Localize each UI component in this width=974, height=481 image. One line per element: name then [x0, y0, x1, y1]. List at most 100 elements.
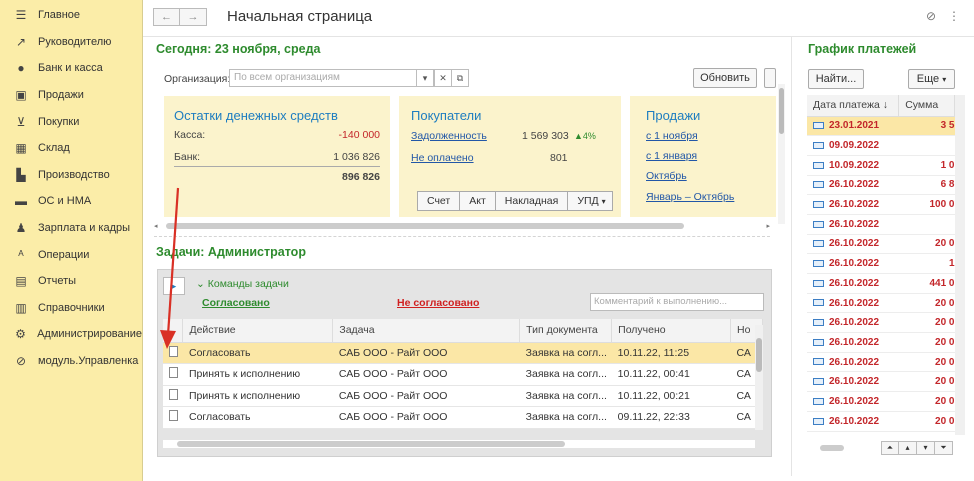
sidebar-item[interactable]: ↗ Руководителю [0, 29, 142, 56]
more-button[interactable]: Еще ▾ [908, 69, 955, 89]
col-received[interactable]: Получено [611, 319, 732, 343]
cash-label: Касса: [174, 129, 206, 141]
col-action[interactable]: Действие [182, 319, 334, 343]
panels-vscroll[interactable] [778, 84, 785, 224]
table-row[interactable]: 26.10.2022 20 0 [807, 234, 955, 255]
find-button[interactable]: Найти... [808, 69, 864, 89]
table-row[interactable]: 26.10.2022 1 [807, 253, 955, 274]
sidebar-item[interactable]: ᴬ Операции [0, 241, 142, 268]
next-page-icon[interactable]: ▾ [917, 441, 935, 455]
dropdown-icon[interactable]: ▾ [416, 69, 434, 87]
panels-vscroll-thumb[interactable] [779, 88, 784, 134]
waybill-button[interactable]: Накладная [495, 191, 569, 211]
sales-link-jan[interactable]: с 1 января [646, 150, 697, 162]
last-page-icon[interactable]: ⏷ [935, 441, 953, 455]
upd-button[interactable]: УПД ▾ [568, 191, 613, 211]
pay-date: 09.09.2022 [829, 140, 880, 152]
tasks-vscroll[interactable] [755, 325, 763, 430]
panels-hscroll-thumb[interactable] [166, 223, 684, 229]
invoice-button[interactable]: Счет [417, 191, 461, 211]
payments-hscroll[interactable] [812, 444, 864, 452]
section-divider [154, 236, 770, 237]
pay-sum: 6 8 [898, 175, 955, 196]
tasks-vscroll-thumb[interactable] [756, 338, 762, 372]
debt-link[interactable]: Задолженность [411, 130, 487, 142]
extra-button[interactable] [764, 68, 776, 88]
unpaid-link[interactable]: Не оплачено [411, 152, 474, 164]
col-pay-sum[interactable]: Сумма [898, 95, 955, 117]
sales-link-oct[interactable]: Октябрь [646, 170, 687, 182]
task-commands[interactable]: ⌄ Команды задачи [196, 278, 289, 290]
table-row[interactable]: Принять к исполнению САБ ООО - Райт ООО За… [163, 363, 763, 386]
clear-icon[interactable]: ✕ [434, 69, 452, 87]
forward-button[interactable]: → [180, 8, 207, 26]
pay-date-cell: 26.10.2022 [807, 234, 899, 255]
tasks-hscroll-thumb[interactable] [177, 441, 565, 447]
refresh-button[interactable]: Обновить [693, 68, 757, 88]
sidebar-item[interactable]: ♟ Зарплата и кадры [0, 215, 142, 242]
payments-hscroll-thumb[interactable] [820, 445, 844, 451]
sidebar-item[interactable]: ▦ Склад [0, 135, 142, 162]
first-page-icon[interactable]: ⏶ [881, 441, 899, 455]
more-label: Еще [916, 73, 940, 85]
table-row[interactable]: Согласовать САБ ООО - Райт ООО Заявка на с… [163, 406, 763, 429]
sales-link-jan-oct[interactable]: Январь – Октябрь [646, 191, 734, 203]
rejected-link[interactable]: Не согласовано [397, 297, 479, 309]
approved-link[interactable]: Согласовано [202, 297, 270, 309]
sidebar-item[interactable]: ▤ Отчеты [0, 268, 142, 295]
payments-vscroll[interactable] [955, 95, 965, 435]
sidebar-item[interactable]: ☰ Главное [0, 2, 142, 29]
sidebar-item[interactable]: ▣ Продажи [0, 82, 142, 109]
pay-date: 26.10.2022 [829, 356, 880, 368]
table-row[interactable]: Принять к исполнению САБ ООО - Райт ООО За… [163, 385, 763, 407]
pay-date-cell: 26.10.2022 [807, 391, 899, 412]
tasks-hscroll[interactable] [163, 440, 755, 448]
sidebar-item[interactable]: ⊻ Покупки [0, 108, 142, 135]
table-row[interactable]: 26.10.2022 100 0 [807, 194, 955, 215]
sidebar-item[interactable]: ▥ Справочники [0, 295, 142, 322]
payments-title: График платежей [808, 42, 917, 56]
panels-hscroll[interactable]: ◂ ▸ [154, 222, 770, 230]
back-button[interactable]: ← [153, 8, 180, 26]
sidebar-item[interactable]: ⊘ модуль.Управленка [0, 348, 142, 375]
sales-link-nov[interactable]: с 1 ноября [646, 130, 698, 142]
comment-input[interactable]: Комментарий к выполнению... [590, 293, 764, 311]
unpaid-value: 801 [550, 152, 568, 164]
open-icon[interactable]: ⧉ [451, 69, 469, 87]
sidebar-item-label: Покупки [38, 115, 80, 128]
col-pay-date[interactable]: Дата платежа ↓ [807, 95, 900, 117]
sidebar-item[interactable]: ● Банк и касса [0, 55, 142, 82]
table-row[interactable]: 26.10.2022 20 0 [807, 411, 955, 432]
table-row[interactable]: 26.10.2022 20 0 [807, 293, 955, 314]
act-button[interactable]: Акт [460, 191, 496, 211]
pay-date-cell: 26.10.2022 [807, 194, 899, 215]
table-row[interactable]: 26.10.2022 20 0 [807, 352, 955, 373]
sidebar-item[interactable]: ⚙ Администрирование [0, 321, 142, 348]
scroll-left-icon[interactable]: ◂ [154, 222, 158, 230]
link-icon[interactable]: ⊘ [926, 9, 936, 23]
table-row[interactable]: 26.10.2022 441 0 [807, 273, 955, 294]
more-icon[interactable]: ⋮ [948, 9, 960, 23]
payment-icon [813, 122, 824, 130]
sidebar-item[interactable]: ▙ Производство [0, 162, 142, 189]
table-row[interactable]: 26.10.2022 20 0 [807, 391, 955, 412]
col-task[interactable]: Задача [332, 319, 521, 343]
table-row[interactable]: 26.10.2022 [807, 214, 955, 235]
play-icon[interactable]: ▸ [163, 277, 185, 295]
table-row[interactable]: 10.09.2022 1 0 [807, 155, 955, 176]
table-row[interactable]: Согласовать САБ ООО - Райт ООО Заявка на с… [163, 342, 763, 364]
cash-title: Остатки денежных средств [174, 108, 338, 123]
org-input[interactable]: По всем организациям [229, 69, 417, 87]
col-doc-type[interactable]: Тип документа [519, 319, 613, 343]
sidebar-item[interactable]: ▬ ОС и НМА [0, 188, 142, 215]
table-row[interactable]: 26.10.2022 20 0 [807, 332, 955, 353]
prev-page-icon[interactable]: ▴ [899, 441, 917, 455]
table-row[interactable]: 09.09.2022 [807, 135, 955, 156]
table-row[interactable]: 26.10.2022 20 0 [807, 371, 955, 393]
task-action: Принять к исполнению [182, 363, 333, 386]
table-row[interactable]: 26.10.2022 20 0 [807, 312, 955, 334]
table-row[interactable]: 26.10.2022 6 8 [807, 175, 955, 196]
table-row[interactable]: 23.01.2021 3 5 [807, 116, 955, 137]
pay-sum: 441 0 [898, 273, 955, 294]
scroll-right-icon[interactable]: ▸ [766, 222, 770, 230]
